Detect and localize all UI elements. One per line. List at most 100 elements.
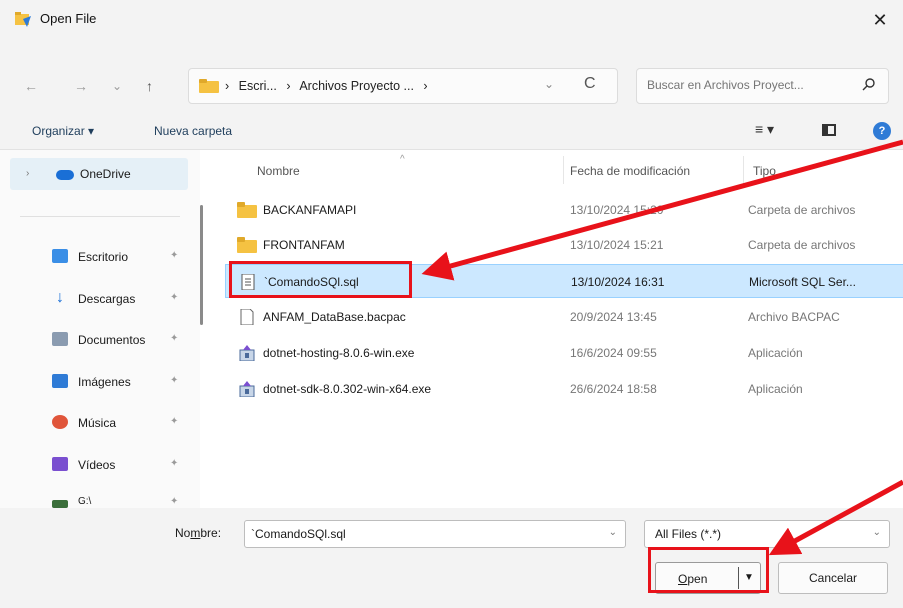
breadcrumb-item-escritorio[interactable]: Escri... bbox=[239, 79, 277, 93]
chevron-down-icon[interactable]: ⌄ bbox=[609, 527, 617, 538]
file-name: dotnet-hosting-8.0.6-win.exe bbox=[263, 346, 415, 360]
column-header-name[interactable]: Nombre bbox=[257, 164, 300, 178]
command-bar: Organizar ▾ Nueva carpeta ≡ ▾ ? bbox=[0, 112, 903, 150]
refresh-button[interactable]: C bbox=[584, 75, 596, 93]
cancel-button[interactable]: Cancelar bbox=[778, 562, 888, 594]
back-button[interactable]: ← bbox=[24, 76, 38, 96]
filename-input[interactable] bbox=[251, 527, 591, 541]
file-name: BACKANFAMAPI bbox=[263, 203, 357, 217]
sort-up-icon: ^ bbox=[400, 154, 405, 165]
file-name: ANFAM_DataBase.bacpac bbox=[263, 310, 406, 324]
filetype-value: All Files (*.*) bbox=[655, 527, 722, 541]
file-date: 13/10/2024 16:31 bbox=[571, 275, 665, 289]
file-row[interactable]: dotnet-sdk-8.0.302-win-x64.exe 26/6/2024… bbox=[225, 372, 903, 406]
column-separator[interactable] bbox=[563, 156, 564, 184]
file-date: 26/6/2024 18:58 bbox=[570, 382, 657, 396]
file-type: Archivo BACPAC bbox=[748, 310, 840, 324]
filename-label: Nombre: bbox=[175, 526, 221, 540]
breadcrumb-item-archivos-proyecto[interactable]: Archivos Proyecto ... bbox=[299, 79, 414, 93]
installer-icon bbox=[239, 381, 255, 397]
sidebar-item-documentos[interactable]: Documentos ✦ bbox=[0, 325, 200, 355]
file-date: 20/9/2024 13:45 bbox=[570, 310, 657, 324]
file-type: Carpeta de archivos bbox=[748, 203, 856, 217]
download-icon: ↓ bbox=[56, 289, 64, 306]
forward-button[interactable]: → bbox=[74, 76, 88, 96]
sidebar-item-label: Descargas bbox=[78, 292, 136, 306]
window-title: Open File bbox=[40, 11, 97, 26]
sidebar-item-drive-g[interactable]: G:\ ✦ bbox=[0, 488, 200, 510]
app-icon bbox=[15, 12, 31, 27]
close-button[interactable]: ✕ bbox=[857, 0, 903, 40]
sidebar-item-label: Vídeos bbox=[78, 458, 116, 472]
pin-icon[interactable]: ✦ bbox=[170, 496, 178, 507]
help-icon[interactable]: ? bbox=[873, 122, 891, 140]
address-bar[interactable]: › Escri... › Archivos Proyecto ... › ⌄ C bbox=[188, 68, 618, 104]
recent-locations-button[interactable]: ⌄ bbox=[112, 76, 122, 96]
filename-label-part: No bbox=[175, 526, 191, 540]
file-date: 13/10/2024 15:20 bbox=[570, 203, 664, 217]
folder-icon bbox=[237, 237, 257, 253]
file-type: Carpeta de archivos bbox=[748, 238, 856, 252]
sidebar-divider bbox=[20, 216, 180, 217]
annotation-box-open bbox=[648, 547, 769, 593]
chevron-right-icon[interactable]: › bbox=[26, 168, 29, 179]
cloud-icon bbox=[56, 170, 74, 180]
filename-label-part: bre: bbox=[200, 526, 222, 540]
file-name: FRONTANFAM bbox=[263, 238, 345, 252]
address-dropdown-icon[interactable]: ⌄ bbox=[544, 77, 554, 91]
annotation-box-file bbox=[229, 261, 412, 298]
installer-icon bbox=[239, 345, 255, 361]
sidebar-item-imagenes[interactable]: Imágenes ✦ bbox=[0, 367, 200, 397]
sidebar-item-descargas[interactable]: ↓ Descargas ✦ bbox=[0, 284, 200, 314]
preview-pane-icon[interactable] bbox=[822, 124, 836, 136]
sidebar-item-label: OneDrive bbox=[80, 167, 131, 181]
file-row[interactable]: BACKANFAMAPI 13/10/2024 15:20 Carpeta de… bbox=[225, 193, 903, 227]
search-box[interactable] bbox=[636, 68, 889, 104]
breadcrumb-separator: › bbox=[225, 79, 230, 93]
file-row[interactable]: FRONTANFAM 13/10/2024 15:21 Carpeta de a… bbox=[225, 228, 903, 262]
pin-icon[interactable]: ✦ bbox=[170, 375, 178, 386]
file-type: Aplicación bbox=[748, 382, 803, 396]
filename-label-accesskey: m bbox=[190, 526, 201, 540]
videos-icon bbox=[52, 457, 68, 471]
file-row[interactable]: dotnet-hosting-8.0.6-win.exe 16/6/2024 0… bbox=[225, 336, 903, 370]
up-button[interactable]: ↑ bbox=[146, 76, 153, 96]
filetype-select[interactable]: All Files (*.*) ⌄ bbox=[644, 520, 890, 548]
title-bar: Open File ✕ bbox=[0, 0, 903, 40]
file-type: Microsoft SQL Ser... bbox=[749, 275, 856, 289]
pin-icon[interactable]: ✦ bbox=[170, 250, 178, 261]
view-options-button[interactable]: ≡ ▾ bbox=[755, 121, 774, 138]
breadcrumb: › Escri... › Archivos Proyecto ... › bbox=[225, 79, 434, 93]
search-input[interactable] bbox=[647, 78, 847, 92]
sidebar-item-escritorio[interactable]: Escritorio ✦ bbox=[0, 242, 200, 272]
navigation-bar: ← → ⌄ ↑ › Escri... › Archivos Proyecto .… bbox=[0, 40, 903, 112]
sidebar-item-videos[interactable]: Vídeos ✦ bbox=[0, 450, 200, 480]
file-list: Nombre ^ Fecha de modificación Tipo BACK… bbox=[205, 150, 903, 490]
organize-button[interactable]: Organizar ▾ bbox=[32, 124, 94, 138]
file-type: Aplicación bbox=[748, 346, 803, 360]
pictures-icon bbox=[52, 374, 68, 388]
sidebar-scrollbar[interactable] bbox=[200, 205, 203, 325]
new-folder-button[interactable]: Nueva carpeta bbox=[154, 124, 232, 138]
file-row[interactable]: ANFAM_DataBase.bacpac 20/9/2024 13:45 Ar… bbox=[225, 300, 903, 334]
column-header-date[interactable]: Fecha de modificación bbox=[570, 164, 690, 178]
pin-icon[interactable]: ✦ bbox=[170, 333, 178, 344]
sidebar-item-label: Música bbox=[78, 416, 117, 430]
column-header-type[interactable]: Tipo bbox=[753, 164, 776, 178]
file-icon bbox=[240, 309, 254, 325]
column-separator[interactable] bbox=[743, 156, 744, 184]
sidebar-item-label: Documentos bbox=[78, 333, 146, 347]
file-date: 13/10/2024 15:21 bbox=[570, 238, 664, 252]
sidebar-item-onedrive[interactable]: › OneDrive bbox=[10, 158, 188, 190]
sidebar-item-label: Imágenes bbox=[78, 375, 131, 389]
pin-icon[interactable]: ✦ bbox=[170, 458, 178, 469]
file-date: 16/6/2024 09:55 bbox=[570, 346, 657, 360]
pin-icon[interactable]: ✦ bbox=[170, 292, 178, 303]
search-icon bbox=[862, 78, 875, 91]
breadcrumb-separator: › bbox=[286, 79, 291, 93]
folder-icon bbox=[237, 202, 257, 218]
sidebar-item-musica[interactable]: Música ✦ bbox=[0, 408, 200, 438]
filename-combobox[interactable]: ⌄ bbox=[244, 520, 626, 548]
pin-icon[interactable]: ✦ bbox=[170, 416, 178, 427]
chevron-down-icon[interactable]: ⌄ bbox=[873, 527, 881, 538]
